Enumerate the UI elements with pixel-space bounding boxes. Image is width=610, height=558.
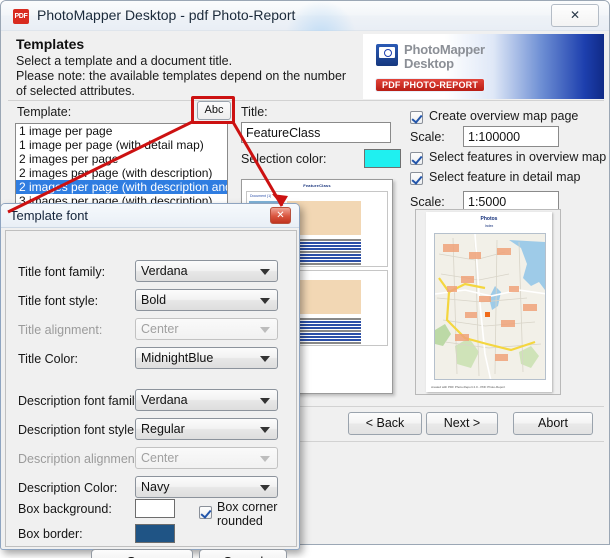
screenshot-root: PDF PhotoMapper Desktop - pdf Photo-Repo… — [0, 0, 610, 558]
box-corner-label-line1: Box corner — [217, 500, 277, 514]
description-alignment-select: Center — [135, 447, 278, 469]
title-font-style-select[interactable]: Bold — [135, 289, 278, 311]
back-button[interactable]: < Back — [348, 412, 422, 435]
select-detail-checkbox[interactable] — [410, 172, 423, 185]
header-band: Templates Select a template and a docume… — [8, 34, 604, 99]
overview-preview-subtitle: Index — [426, 224, 552, 228]
title-font-family-label: Title font family: — [18, 265, 105, 279]
select-overview-label: Select features in overview map — [429, 150, 606, 164]
title-font-style-label: Title font style: — [18, 294, 98, 308]
overview-scale-label: Scale: — [410, 130, 445, 144]
create-overview-label: Create overview map page — [429, 109, 578, 123]
close-icon[interactable]: ✕ — [551, 4, 599, 27]
title-color-select[interactable]: MidnightBlue — [135, 347, 278, 369]
select-overview-checkbox[interactable] — [410, 152, 423, 165]
list-item[interactable]: 1 image per page — [16, 124, 227, 138]
description-alignment-label: Description alignment: — [18, 452, 142, 466]
template-label: Template: — [17, 105, 71, 119]
preview-doc-title: FeatureClass — [242, 183, 392, 188]
dialog-body: Title font family: Verdana Title font st… — [5, 230, 297, 547]
list-item[interactable]: 2 images per page — [16, 152, 227, 166]
overview-preview: Photos Index — [415, 209, 561, 395]
chevron-down-icon — [260, 485, 270, 491]
header-divider — [8, 100, 604, 101]
selection-color-label: Selection color: — [241, 152, 326, 166]
box-border-swatch[interactable] — [135, 524, 175, 543]
chevron-down-icon — [260, 398, 270, 404]
title-font-family-select[interactable]: Verdana — [135, 260, 278, 282]
window-title: PhotoMapper Desktop - pdf Photo-Report — [37, 7, 295, 23]
title-alignment-label: Title alignment: — [18, 323, 102, 337]
list-item-selected[interactable]: 2 images per page (with description and … — [16, 180, 227, 194]
description-color-label: Description Color: — [18, 481, 117, 495]
selection-color-swatch[interactable] — [364, 149, 401, 168]
description-font-style-select[interactable]: Regular — [135, 418, 278, 440]
overview-preview-title: Photos — [426, 216, 552, 222]
chevron-down-icon — [260, 456, 270, 462]
abort-button[interactable]: Abort — [513, 412, 593, 435]
header-line-2: Please note: the available templates dep… — [16, 69, 346, 83]
description-color-value: Navy — [141, 480, 169, 494]
box-corner-rounded-checkbox[interactable] — [199, 506, 212, 519]
overview-scale-input[interactable]: 1:100000 — [463, 126, 559, 147]
description-font-style-label: Description font style: — [18, 423, 138, 437]
box-background-label: Box background: — [18, 502, 112, 516]
overview-preview-footer: created with PDF Photo-Report 2.0 - PDF … — [431, 385, 505, 389]
map-svg — [435, 234, 546, 380]
template-listbox[interactable]: 1 image per page 1 image per page (with … — [15, 123, 228, 209]
brand-banner: PhotoMapper Desktop PDF PHOTO-REPORT — [363, 34, 604, 99]
list-item[interactable]: 2 images per page (with description) — [16, 166, 227, 180]
title-alignment-value: Center — [141, 322, 179, 336]
header-line-1: Select a template and a document title. — [16, 54, 232, 68]
header-line-3: of selected attributes. — [16, 84, 135, 98]
save-button[interactable]: Save — [91, 549, 193, 558]
preview-card-heading: Document (1) — [250, 194, 271, 198]
chevron-down-icon — [260, 269, 270, 275]
camera-icon — [376, 44, 398, 66]
description-alignment-value: Center — [141, 451, 179, 465]
description-font-family-label: Description font family: — [18, 394, 144, 408]
next-button[interactable]: Next > — [426, 412, 498, 435]
annotation-highlight-box — [191, 96, 235, 124]
detail-scale-label: Scale: — [410, 195, 445, 209]
titlebar-sheen — [286, 1, 356, 31]
title-font-family-value: Verdana — [141, 264, 188, 278]
chevron-down-icon — [260, 356, 270, 362]
overview-map-image — [434, 233, 546, 380]
title-font-style-value: Bold — [141, 293, 166, 307]
select-detail-label: Select feature in detail map — [429, 170, 580, 184]
page-title: Templates — [16, 36, 84, 52]
template-font-dialog: Template font ✕ Title font family: Verda… — [0, 203, 300, 550]
description-font-family-select[interactable]: Verdana — [135, 389, 278, 411]
box-corner-label-line2: rounded — [217, 514, 263, 528]
description-font-family-value: Verdana — [141, 393, 188, 407]
list-item[interactable]: 1 image per page (with detail map) — [16, 138, 227, 152]
title-label: Title: — [241, 105, 268, 119]
dialog-title: Template font — [10, 208, 88, 223]
dialog-close-icon[interactable]: ✕ — [270, 207, 291, 224]
box-border-label: Box border: — [18, 527, 83, 541]
title-color-value: MidnightBlue — [141, 351, 213, 365]
pdf-icon: PDF — [13, 9, 29, 24]
overview-preview-page: Photos Index — [426, 212, 552, 392]
cancel-button[interactable]: Cancel — [199, 549, 287, 558]
description-color-select[interactable]: Navy — [135, 476, 278, 498]
dialog-titlebar: Template font ✕ — [1, 204, 299, 228]
create-overview-checkbox[interactable] — [410, 111, 423, 124]
description-font-style-value: Regular — [141, 422, 185, 436]
product-badge: PDF PHOTO-REPORT — [375, 78, 485, 92]
title-color-label: Title Color: — [18, 352, 78, 366]
window-titlebar: PDF PhotoMapper Desktop - pdf Photo-Repo… — [1, 1, 609, 31]
box-background-swatch[interactable] — [135, 499, 175, 518]
title-alignment-select: Center — [135, 318, 278, 340]
chevron-down-icon — [260, 327, 270, 333]
title-input[interactable]: FeatureClass — [241, 122, 391, 143]
brand-name-line2: Desktop — [404, 56, 454, 71]
chevron-down-icon — [260, 427, 270, 433]
brand-name-line1: PhotoMapper — [404, 42, 485, 57]
chevron-down-icon — [260, 298, 270, 304]
